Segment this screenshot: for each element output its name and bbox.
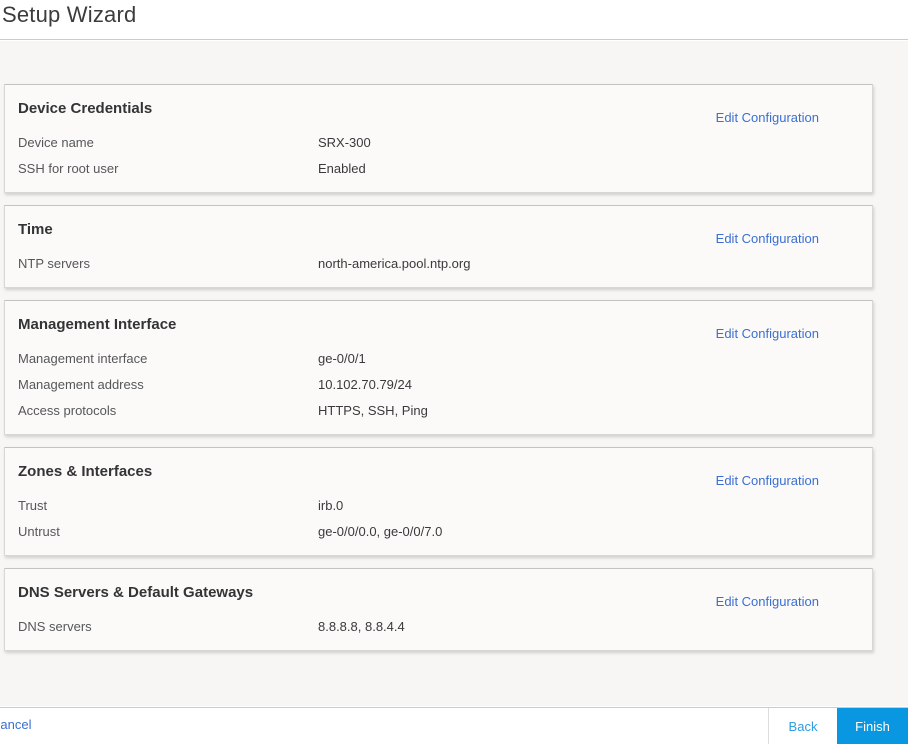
field-value: ge-0/0/0.0, ge-0/0/7.0 <box>318 523 443 539</box>
page-title: Setup Wizard <box>2 2 137 27</box>
field-row: Untrust ge-0/0/0.0, ge-0/0/7.0 <box>18 518 859 544</box>
card-rows: DNS servers 8.8.8.8, 8.8.4.4 <box>18 613 859 639</box>
field-row: Management interface ge-0/0/1 <box>18 345 859 371</box>
field-label: Management interface <box>18 350 148 366</box>
edit-configuration-link[interactable]: Edit Configuration <box>716 231 819 246</box>
wizard-summary-area: Device Credentials Edit Configuration De… <box>0 41 908 706</box>
field-label: Device name <box>18 134 94 150</box>
finish-button[interactable]: Finish <box>837 708 908 744</box>
field-value: 8.8.8.8, 8.8.4.4 <box>318 618 405 634</box>
field-row: Device name SRX-300 <box>18 129 859 155</box>
field-row: SSH for root user Enabled <box>18 155 859 181</box>
card-management-interface: Management Interface Edit Configuration … <box>4 300 873 435</box>
field-value: north-america.pool.ntp.org <box>318 255 471 271</box>
field-row: DNS servers 8.8.8.8, 8.8.4.4 <box>18 613 859 639</box>
field-label: Untrust <box>18 523 60 539</box>
card-zones-interfaces: Zones & Interfaces Edit Configuration Tr… <box>4 447 873 556</box>
field-value: HTTPS, SSH, Ping <box>318 402 428 418</box>
edit-configuration-link[interactable]: Edit Configuration <box>716 594 819 609</box>
field-label: Trust <box>18 497 48 513</box>
back-button[interactable]: Back <box>768 708 837 744</box>
field-label: DNS servers <box>18 618 92 634</box>
field-value: 10.102.70.79/24 <box>318 376 412 392</box>
edit-configuration-link[interactable]: Edit Configuration <box>716 473 819 488</box>
card-rows: Management interface ge-0/0/1 Management… <box>18 345 859 423</box>
cancel-button[interactable]: Cancel <box>0 708 31 744</box>
field-label: NTP servers <box>18 255 90 271</box>
edit-configuration-link[interactable]: Edit Configuration <box>716 326 819 341</box>
field-value: Enabled <box>318 160 366 176</box>
card-rows: NTP servers north-america.pool.ntp.org <box>18 250 859 276</box>
edit-configuration-link[interactable]: Edit Configuration <box>716 110 819 125</box>
field-row: Management address 10.102.70.79/24 <box>18 371 859 397</box>
field-row: NTP servers north-america.pool.ntp.org <box>18 250 859 276</box>
card-time: Time Edit Configuration NTP servers nort… <box>4 205 873 288</box>
card-rows: Trust irb.0 Untrust ge-0/0/0.0, ge-0/0/7… <box>18 492 859 544</box>
field-value: irb.0 <box>318 497 344 513</box>
page-header: Setup Wizard <box>0 0 908 40</box>
wizard-footer: Cancel Back Finish <box>0 707 908 744</box>
field-label: SSH for root user <box>18 160 119 176</box>
field-value: SRX-300 <box>318 134 371 150</box>
field-row: Access protocols HTTPS, SSH, Ping <box>18 397 859 423</box>
field-value: ge-0/0/1 <box>318 350 366 366</box>
card-rows: Device name SRX-300 SSH for root user En… <box>18 129 859 181</box>
card-device-credentials: Device Credentials Edit Configuration De… <box>4 84 873 193</box>
card-dns-gateways: DNS Servers & Default Gateways Edit Conf… <box>4 568 873 651</box>
field-row: Trust irb.0 <box>18 492 859 518</box>
field-label: Management address <box>18 376 144 392</box>
field-label: Access protocols <box>18 402 117 418</box>
